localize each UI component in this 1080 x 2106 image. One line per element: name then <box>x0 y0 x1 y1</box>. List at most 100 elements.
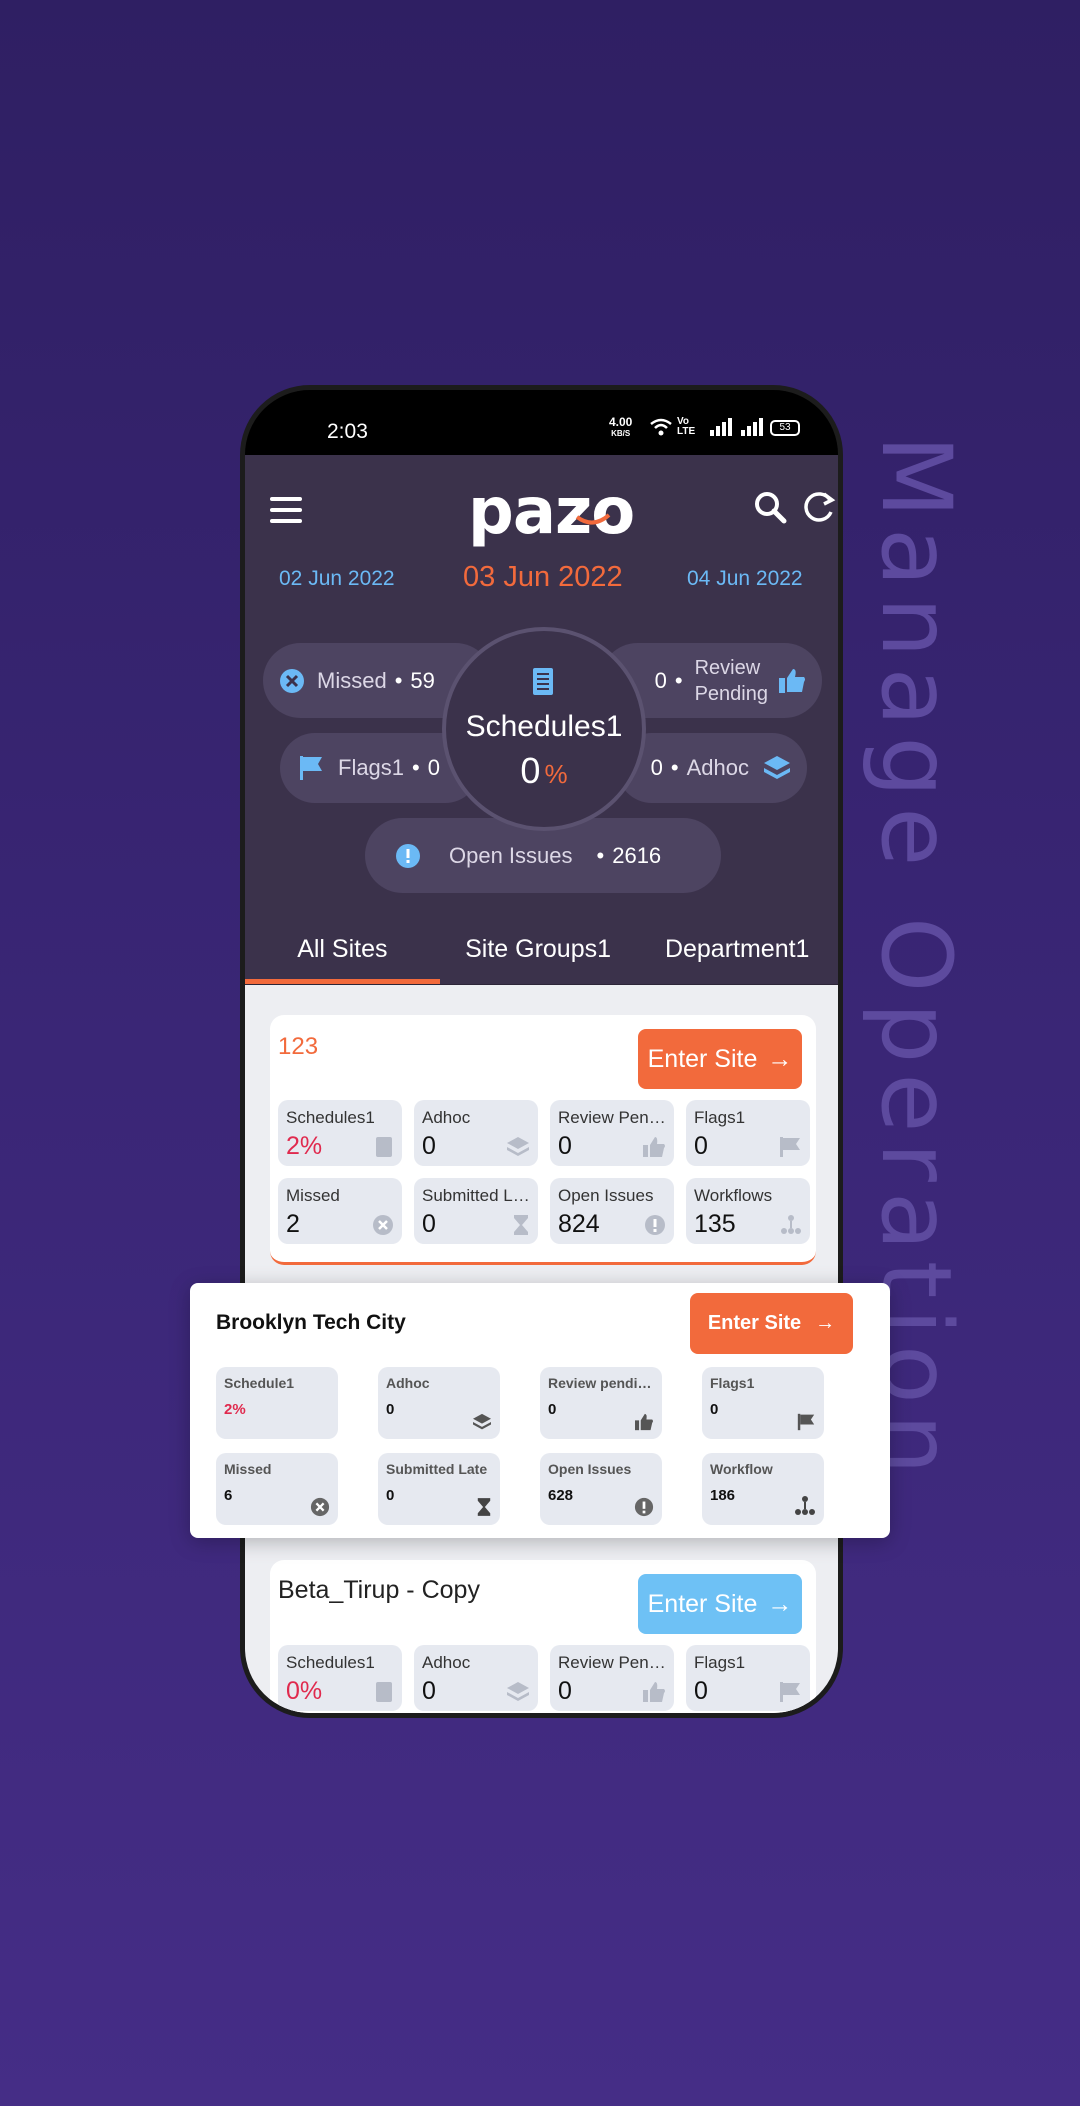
flag-icon <box>780 1682 800 1702</box>
stat-submitted-late[interactable]: Submitted Late 0 <box>414 1178 538 1244</box>
open-issues-label: Open Issues <box>449 842 573 868</box>
stat-flags[interactable]: Flags1 0 <box>702 1367 824 1439</box>
thumbs-up-icon <box>779 668 805 693</box>
alert-icon <box>634 1497 654 1517</box>
stat-flags[interactable]: Flags1 0 <box>686 1645 810 1711</box>
alert-icon <box>645 1215 665 1235</box>
missed-icon <box>310 1497 330 1517</box>
layers-icon <box>507 1682 529 1701</box>
stat-label: Flags1 <box>694 1653 746 1672</box>
stat-schedules[interactable]: Schedules1 2% <box>278 1100 402 1166</box>
arrow-right-icon: → <box>815 1312 836 1334</box>
review-label-line2: Pending <box>694 682 768 705</box>
dashboard-header: pazo 02 Jun 2022 03 Jun 2022 04 Jun 2022… <box>245 455 838 985</box>
stat-label: Workflows <box>694 1186 773 1205</box>
site-card: Beta_Tirup - Copy Enter Site → Schedules1… <box>270 1560 816 1713</box>
adhoc-value: 0 <box>650 755 663 780</box>
network-speed: 4.00 KB/S <box>609 415 633 439</box>
adhoc-summary[interactable]: 0 • Adhoc <box>617 733 807 803</box>
stat-review-pending[interactable]: Review pending 0 <box>540 1367 662 1439</box>
net-speed-unit: KB/S <box>611 429 631 438</box>
stat-label: Workflow <box>710 1461 773 1477</box>
arrow-right-icon: → <box>767 1589 793 1618</box>
signal-icon <box>710 418 732 436</box>
tab-all-sites[interactable]: All Sites <box>245 915 440 984</box>
stat-workflows[interactable]: Workflows 135 <box>686 1178 810 1244</box>
enter-site-button[interactable]: Enter Site → <box>690 1293 853 1354</box>
review-pending-value: 0 <box>654 667 667 693</box>
layers-icon <box>473 1413 491 1430</box>
stat-workflow[interactable]: Workflow 186 <box>702 1453 824 1525</box>
enter-site-label: Enter Site <box>647 1044 758 1073</box>
stat-label: Adhoc <box>422 1653 471 1672</box>
missed-label: Missed <box>317 667 387 693</box>
refresh-icon[interactable] <box>800 488 838 526</box>
stat-review-pending[interactable]: Review Pending0 <box>550 1100 674 1166</box>
flags-value: 0 <box>427 755 440 780</box>
hamburger-icon[interactable] <box>270 497 302 523</box>
stat-label: Flags1 <box>694 1108 746 1127</box>
review-pending-label: Review Pending <box>695 655 768 707</box>
site-name: 123 <box>278 1033 319 1060</box>
stat-adhoc[interactable]: Adhoc 0 <box>378 1367 500 1439</box>
stat-missed[interactable]: Missed 2 <box>278 1178 402 1244</box>
stat-label: Open Issues <box>548 1461 632 1477</box>
stat-label: Review pending <box>548 1375 654 1391</box>
status-time: 2:03 <box>327 420 368 443</box>
stat-submitted-late[interactable]: Submitted Late 0 <box>378 1453 500 1525</box>
hourglass-icon <box>477 1498 491 1516</box>
thumbs-up-icon <box>643 1137 665 1157</box>
schedules-value: 0 <box>520 750 541 791</box>
stat-schedules[interactable]: Schedules1 0% <box>278 1645 402 1711</box>
stat-schedule[interactable]: Schedule1 2% <box>216 1367 338 1439</box>
stat-open-issues[interactable]: Open Issues 824 <box>550 1178 674 1244</box>
flag-icon <box>797 1413 815 1431</box>
schedule-icon <box>376 1137 392 1157</box>
schedules-percent: 0% <box>446 750 642 792</box>
schedules-progress-circle[interactable]: Schedules1 0% <box>442 627 646 831</box>
workflow-icon <box>781 1215 801 1234</box>
workflow-icon <box>795 1496 815 1515</box>
separator-dot: • <box>674 667 683 693</box>
logo-swoosh-icon <box>575 513 611 525</box>
schedule-icon <box>533 668 553 695</box>
stat-review-pending[interactable]: Review Pending0 <box>550 1645 674 1711</box>
stat-label: Schedules1 <box>286 1108 375 1127</box>
review-label-line1: Review <box>694 656 761 679</box>
search-icon[interactable] <box>753 490 787 524</box>
hourglass-icon <box>514 1215 528 1235</box>
schedule-icon <box>376 1682 392 1702</box>
alert-icon <box>396 843 420 868</box>
stat-label: Submitted Late <box>422 1186 530 1205</box>
tab-department[interactable]: Department1 <box>636 915 838 984</box>
prev-date-link[interactable]: 02 Jun 2022 <box>279 567 395 591</box>
status-bar: 2:03 4.00 KB/S Vo LTE 53 <box>245 390 838 455</box>
stat-label: Adhoc <box>422 1108 471 1127</box>
site-name: Beta_Tirup - Copy <box>278 1576 480 1604</box>
layers-icon <box>764 756 790 779</box>
current-date: 03 Jun 2022 <box>463 561 623 593</box>
stat-open-issues[interactable]: Open Issues 628 <box>540 1453 662 1525</box>
stat-label: Flags1 <box>710 1375 755 1391</box>
stat-missed[interactable]: Missed 6 <box>216 1453 338 1525</box>
stat-flags[interactable]: Flags1 0 <box>686 1100 810 1166</box>
thumbs-up-icon <box>635 1413 653 1431</box>
arrow-right-icon: → <box>767 1044 793 1073</box>
net-speed-value: 4.00 <box>609 415 633 429</box>
flag-icon <box>780 1137 800 1157</box>
stat-adhoc[interactable]: Adhoc 0 <box>414 1100 538 1166</box>
enter-site-button[interactable]: Enter Site → <box>638 1574 802 1634</box>
next-date-link[interactable]: 04 Jun 2022 <box>687 567 803 591</box>
site-stats-grid: Schedules12% Adhoc0 Review Pending0 Flag… <box>278 1100 810 1244</box>
stat-label: Missed <box>286 1186 340 1205</box>
enter-site-button[interactable]: Enter Site → <box>638 1029 802 1089</box>
stat-value: 2% <box>224 1401 246 1418</box>
flags-label: Flags1 <box>338 755 405 780</box>
enter-site-label: Enter Site <box>647 1589 758 1618</box>
missed-icon <box>280 668 304 693</box>
stat-label: Adhoc <box>386 1375 430 1391</box>
stat-adhoc[interactable]: Adhoc 0 <box>414 1645 538 1711</box>
stat-label: Open Issues <box>558 1186 654 1205</box>
stat-label: Review Pending <box>558 1653 666 1672</box>
tab-site-groups[interactable]: Site Groups1 <box>440 915 637 984</box>
